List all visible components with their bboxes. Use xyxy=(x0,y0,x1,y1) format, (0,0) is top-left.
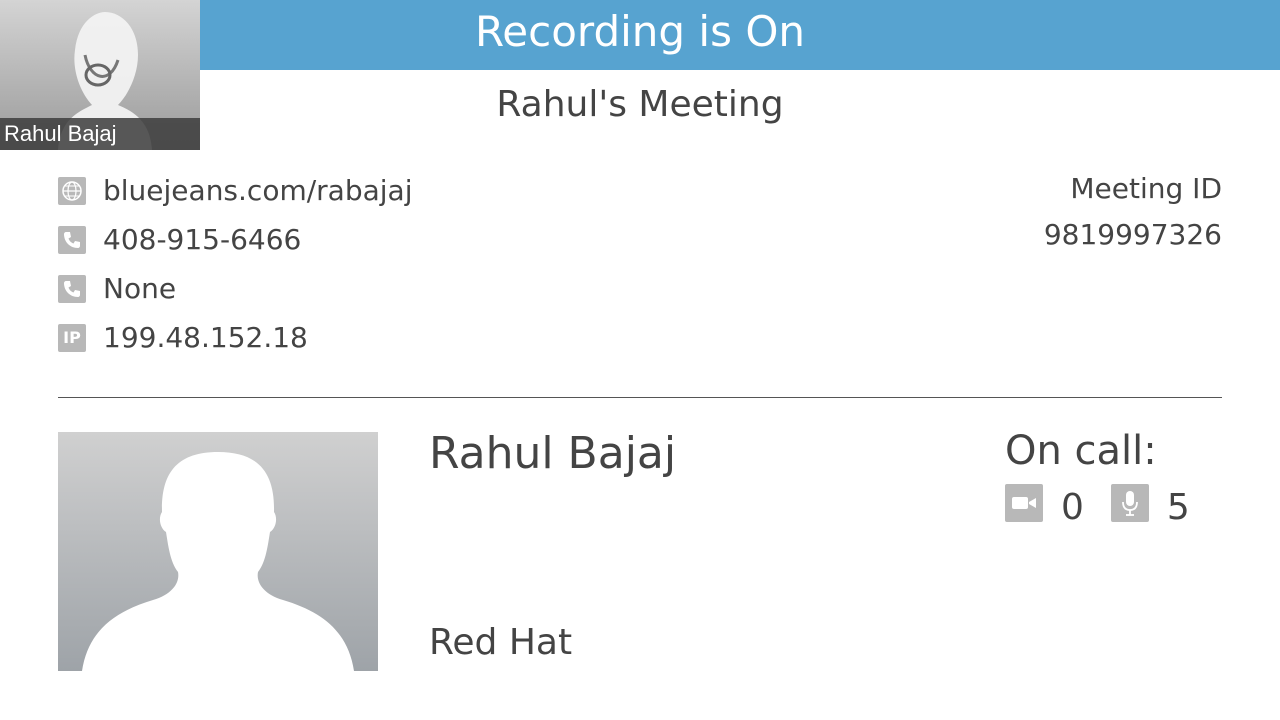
self-view-video[interactable]: Rahul Bajaj xyxy=(0,0,200,150)
on-call-panel: On call: 0 5 xyxy=(1005,428,1217,528)
alt-dial-in-number: None xyxy=(103,272,177,305)
ip-icon-text: IP xyxy=(63,328,81,347)
on-call-label: On call: xyxy=(1005,428,1157,474)
microphone-icon xyxy=(1110,483,1149,522)
meeting-id-block: Meeting ID 9819997326 xyxy=(1044,166,1222,258)
organizer-avatar xyxy=(58,432,378,671)
ip-address[interactable]: 199.48.152.18 xyxy=(103,321,308,354)
globe-icon xyxy=(58,176,86,205)
organizer-name: Rahul Bajaj xyxy=(429,428,677,479)
info-row-ip: IP 199.48.152.18 xyxy=(58,313,412,362)
audio-participant-count: 5 xyxy=(1166,487,1190,528)
info-row-url: bluejeans.com/rabajaj xyxy=(58,166,412,215)
video-participant-count: 0 xyxy=(1061,487,1084,528)
meeting-id-label: Meeting ID xyxy=(1070,172,1222,205)
meeting-info-list: bluejeans.com/rabajaj 408-915-6466 None … xyxy=(58,166,412,362)
on-call-stats: 0 5 xyxy=(1005,482,1217,528)
meeting-id-value: 9819997326 xyxy=(1043,218,1222,251)
meeting-url[interactable]: bluejeans.com/rabajaj xyxy=(103,174,412,207)
dial-in-number[interactable]: 408-915-6466 xyxy=(103,223,301,256)
divider xyxy=(58,397,1222,398)
organizer-company: Red Hat xyxy=(429,622,573,663)
phone-icon xyxy=(58,274,86,303)
ip-icon: IP xyxy=(58,323,86,352)
person-silhouette-icon xyxy=(82,452,354,671)
info-row-phone: 408-915-6466 xyxy=(58,215,412,264)
meeting-title: Rahul's Meeting xyxy=(496,84,784,125)
recording-banner: Recording is On xyxy=(200,0,1280,70)
phone-icon xyxy=(58,225,86,254)
video-camera-icon xyxy=(1005,483,1043,522)
info-row-phone-alt: None xyxy=(58,264,412,313)
